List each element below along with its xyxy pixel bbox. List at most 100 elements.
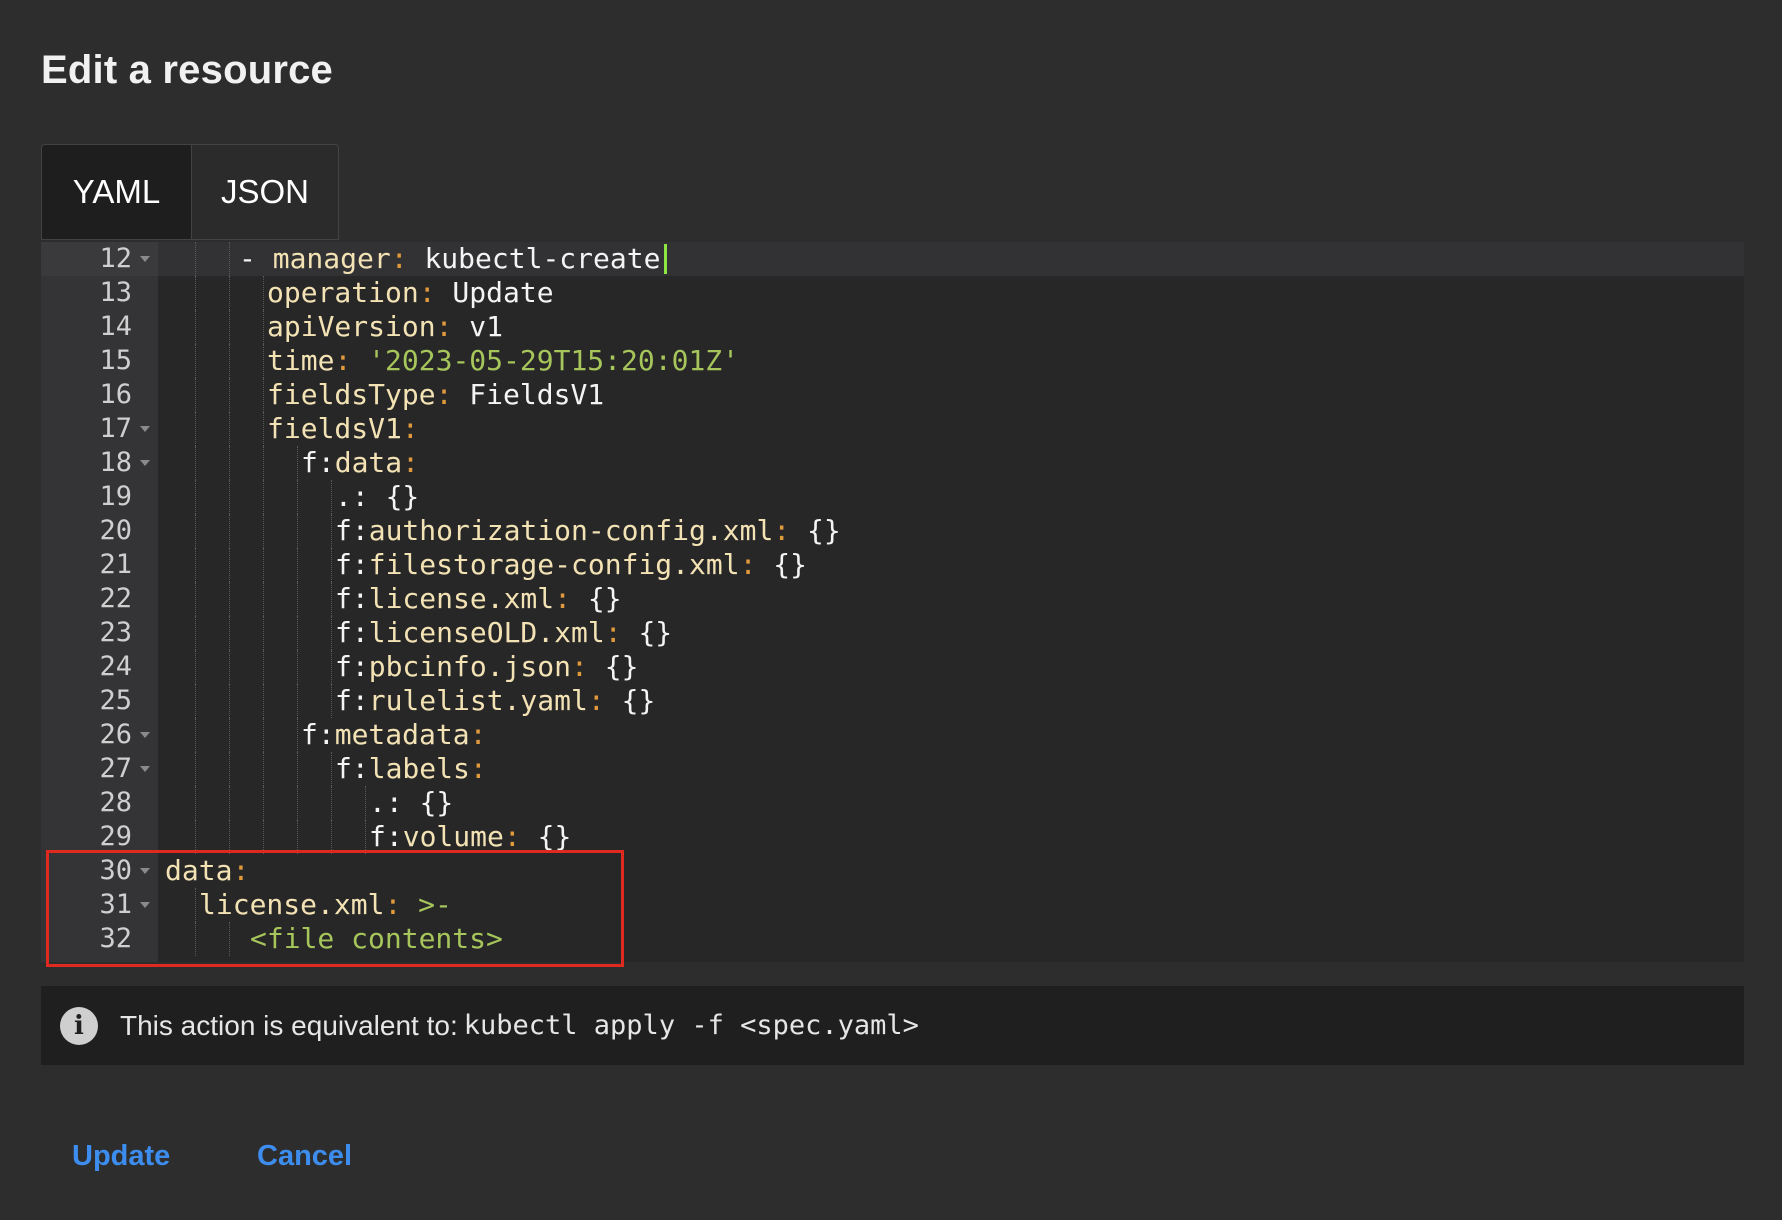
update-button[interactable]: Update [72,1140,170,1173]
indent-guide [331,480,332,514]
indent-guide [229,786,230,820]
line-number-cell: 25 [41,684,158,718]
yaml-prefix: f: [335,616,369,649]
indent-guide [195,548,196,582]
fold-arrow-icon[interactable] [140,766,150,772]
code-text: fieldsType: FieldsV1 [267,378,604,412]
indent-guide [195,412,196,446]
yaml-key: pbcinfo.json [368,650,572,683]
indent-guide [195,650,196,684]
code-line: 23 f:licenseOLD.xml: {} [41,616,1744,650]
code-text: f:volume: {} [369,820,571,854]
indent-guide [195,616,196,650]
indent-guide [229,616,230,650]
indent-guide [263,820,264,854]
indent-guide [297,752,298,786]
yaml-value: {} [756,548,808,581]
code-text: time: '2023-05-29T15:20:01Z' [267,344,739,378]
yaml-colon: : [587,684,605,717]
line-number-cell: 19 [41,480,158,514]
yaml-key: license.xml [368,582,555,615]
yaml-key: metadata [334,718,470,751]
fold-arrow-icon[interactable] [140,732,150,738]
indent-guide [331,752,332,786]
yaml-colon: : [334,344,352,377]
line-number: 12 [99,243,132,274]
fold-arrow-icon[interactable] [140,460,150,466]
indent-guide [229,582,230,616]
code-text: .: {} [369,786,453,820]
fold-arrow-icon[interactable] [140,426,150,432]
line-number-cell: 24 [41,650,158,684]
code-line: 21 f:filestorage-config.xml: {} [41,548,1744,582]
cancel-button[interactable]: Cancel [257,1140,352,1173]
code-line: 13 operation: Update [41,276,1744,310]
code-line: 20 f:authorization-config.xml: {} [41,514,1744,548]
yaml-prefix: f: [335,548,369,581]
indent-guide [263,344,264,378]
code-line: 19.: {} [41,480,1744,514]
indent-guide [297,786,298,820]
yaml-value: {} [604,684,656,717]
yaml-value: {} [402,786,454,819]
code-line: 25 f:rulelist.yaml: {} [41,684,1744,718]
indent-guide [263,684,264,718]
yaml-prefix: f: [335,684,369,717]
indent-guide [195,752,196,786]
code-text: f:license.xml: {} [335,582,622,616]
fold-arrow-icon[interactable] [140,256,150,262]
yaml-prefix: f: [301,718,335,751]
yaml-colon: : [604,616,622,649]
yaml-key: fieldsV1 [267,412,402,445]
line-number: 24 [99,651,132,682]
yaml-colon: : [418,276,436,309]
code-line: 15 time: '2023-05-29T15:20:01Z' [41,344,1744,378]
indent-guide [229,242,230,276]
yaml-colon: : [402,446,420,479]
yaml-value: Update [435,276,554,309]
indent-guide [195,344,196,378]
tab-yaml[interactable]: YAML [41,144,191,240]
indent-guide [195,310,196,344]
yaml-colon: : [469,752,487,785]
indent-guide [297,820,298,854]
code-line: 14 apiVersion: v1 [41,310,1744,344]
indent-guide [263,718,264,752]
line-number-cell: 20 [41,514,158,548]
info-command: kubectl apply -f <spec.yaml> [463,1010,919,1041]
indent-guide [297,684,298,718]
line-number: 13 [99,277,132,308]
indent-guide [229,820,230,854]
indent-guide [331,514,332,548]
indent-guide [263,650,264,684]
line-number-cell: 21 [41,548,158,582]
line-number: 29 [99,821,132,852]
code-text: f:filestorage-config.xml: {} [335,548,807,582]
yaml-key: fieldsType [267,378,436,411]
line-number-cell: 12 [41,242,158,276]
yaml-colon: : [435,378,453,411]
yaml-key: manager [272,242,391,275]
yaml-colon: : [739,548,757,581]
info-text: This action is equivalent to: [120,1009,458,1041]
indent-guide [263,616,264,650]
yaml-key: apiVersion [267,310,436,343]
tab-json[interactable]: JSON [191,144,339,240]
indent-guide [195,684,196,718]
line-number: 26 [99,719,132,750]
indent-guide [263,310,264,344]
indent-guide [297,446,298,480]
yaml-key: rulelist.yaml [368,684,588,717]
yaml-value: {} [520,820,572,853]
indent-guide [229,514,230,548]
code-text: f:pbcinfo.json: {} [335,650,638,684]
yaml-key: licenseOLD.xml [368,616,605,649]
indent-guide [195,378,196,412]
line-number: 18 [99,447,132,478]
indent-guide [195,718,196,752]
code-text: f:data: [301,446,419,480]
yaml-plain: .: [335,480,369,513]
indent-guide [263,446,264,480]
line-number: 20 [99,515,132,546]
line-number: 16 [99,379,132,410]
